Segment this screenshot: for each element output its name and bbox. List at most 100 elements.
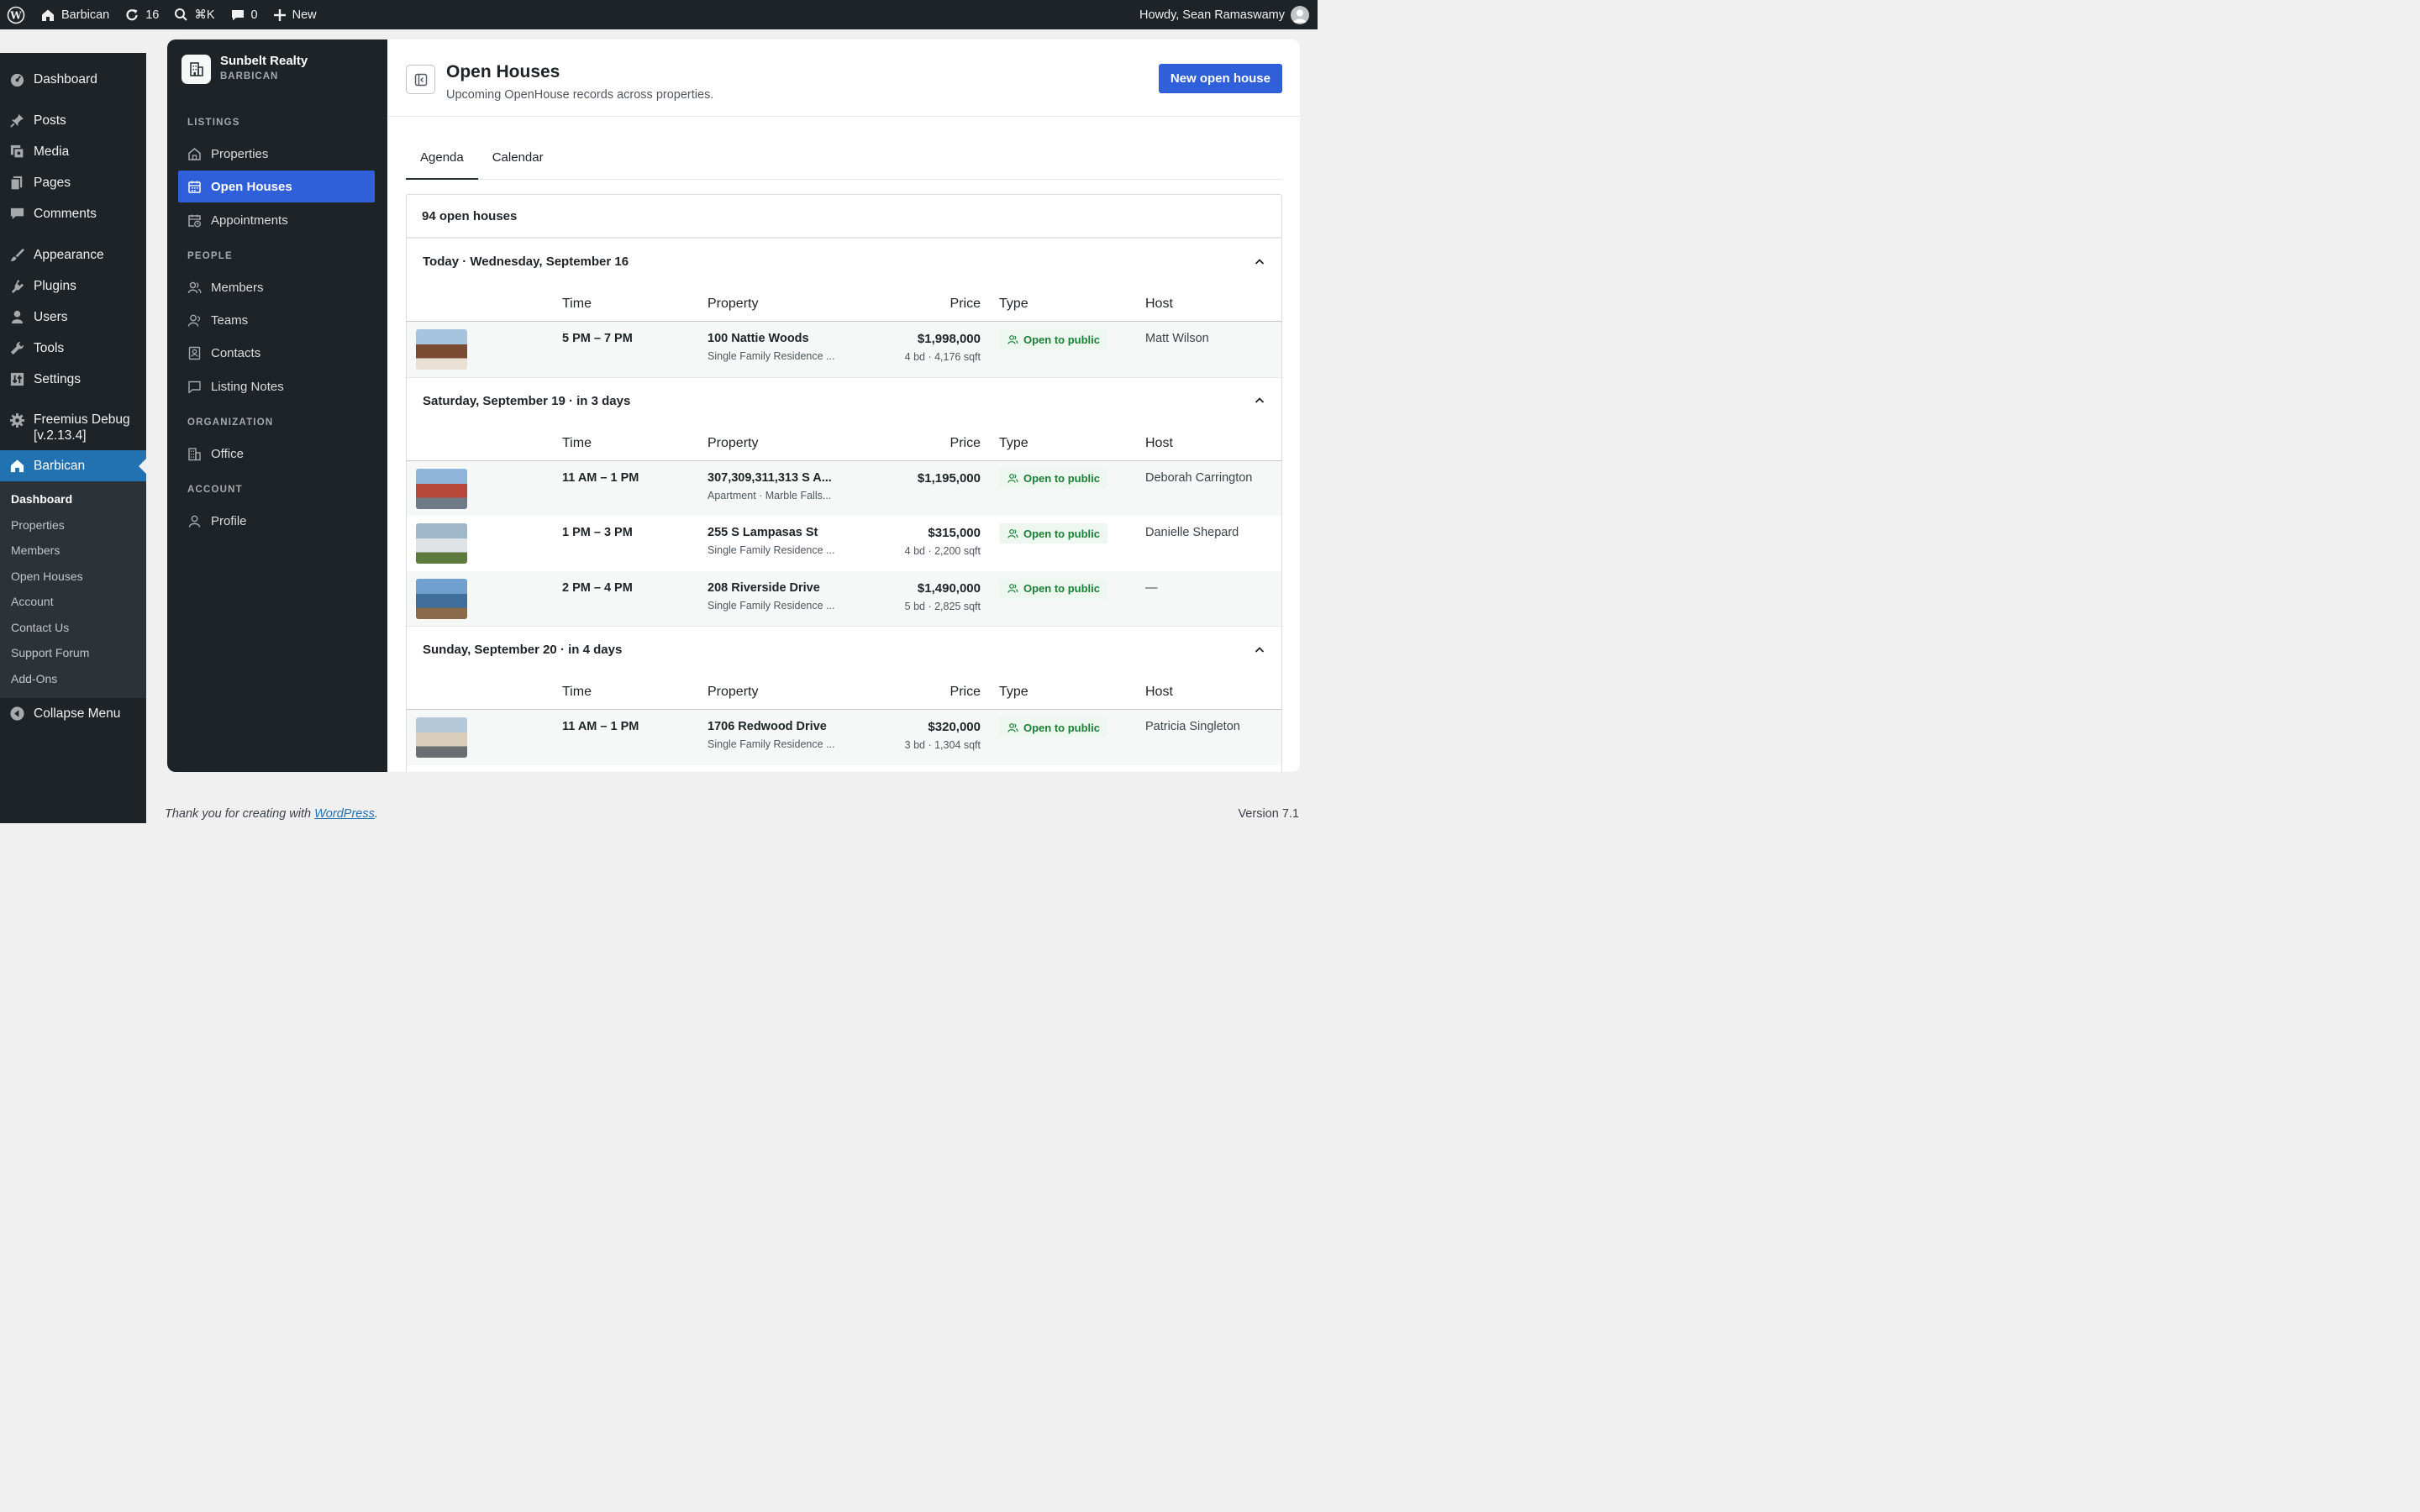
column-header-time: Time — [562, 435, 592, 450]
property-cell[interactable]: 208 Riverside Drive Single Family Residen… — [708, 581, 842, 612]
nav-item-contacts[interactable]: Contacts — [178, 337, 375, 369]
nav-item-open-houses[interactable]: Open Houses — [178, 171, 375, 202]
wp-submenu-dashboard[interactable]: Dashboard — [0, 486, 146, 512]
column-header-type: Type — [999, 435, 1028, 450]
table-row[interactable]: 5 PM – 7 PM 100 Nattie Woods Single Family… — [407, 322, 1281, 377]
table-header: Time Property Price Type Host — [407, 285, 1281, 322]
chevron-up-icon[interactable] — [1253, 643, 1266, 657]
property-details: Single Family Residence ... — [708, 738, 835, 750]
media-icon — [8, 144, 25, 160]
users-icon — [1007, 584, 1018, 593]
footer-thanks-suffix: . — [374, 807, 378, 821]
nav-item-profile[interactable]: Profile — [178, 505, 375, 537]
time-cell: 5 PM – 7 PM — [562, 332, 633, 345]
nav-item-members[interactable]: Members — [178, 271, 375, 303]
table-header: Time Property Price Type Host — [407, 673, 1281, 710]
wp-submenu-properties[interactable]: Properties — [0, 512, 146, 538]
sidebar-toggle-button[interactable] — [406, 65, 435, 94]
wp-menu-label: Tools — [34, 340, 65, 355]
property-cell[interactable]: 307,309,311,313 S A... Apartment · Marble… — [708, 471, 842, 501]
wp-submenu-support-forum[interactable]: Support Forum — [0, 640, 146, 666]
group-header[interactable]: Saturday, September 19 · in 3 days — [407, 376, 1281, 424]
plugin-icon — [8, 278, 25, 295]
column-header-time: Time — [562, 297, 592, 311]
wp-submenu-members[interactable]: Members — [0, 538, 146, 564]
wp-menu-plugins[interactable]: Plugins — [0, 270, 146, 302]
group-date-label: Saturday, September 19 · in 3 days — [423, 393, 631, 408]
price-cell: $1,998,000 4 bd · 4,176 sqft — [905, 332, 981, 363]
updates-link[interactable]: 16 — [117, 0, 166, 29]
property-cell[interactable]: 1706 Redwood Drive Single Family Residenc… — [708, 720, 842, 750]
search-shortcut-button[interactable]: ⌘K — [166, 0, 222, 29]
wp-menu-media[interactable]: Media — [0, 136, 146, 167]
beds-sqft: 3 bd · 1,304 sqft — [904, 739, 981, 751]
wp-menu-freemius-debug[interactable]: Freemius Debug [v.2.13.4] — [0, 405, 146, 450]
wordpress-link[interactable]: WordPress — [314, 807, 375, 821]
search-shortcut: ⌘K — [194, 8, 215, 22]
wp-menu-dashboard[interactable]: Dashboard — [0, 64, 146, 95]
chevron-up-icon[interactable] — [1253, 394, 1266, 407]
wp-menu-label: Posts — [34, 113, 66, 128]
nav-item-teams[interactable]: Teams — [178, 304, 375, 336]
property-cell[interactable]: 100 Nattie Woods Single Family Residence … — [708, 332, 842, 362]
search-icon — [175, 8, 188, 21]
howdy-text: Howdy, Sean Ramaswamy — [1139, 8, 1285, 22]
column-header-property: Property — [708, 297, 759, 311]
type-label: Open to public — [1023, 582, 1100, 595]
wp-menu-settings[interactable]: Settings — [0, 364, 146, 395]
beds-sqft: 5 bd · 2,825 sqft — [904, 600, 981, 612]
wp-menu-posts[interactable]: Posts — [0, 105, 146, 136]
table-row[interactable]: 11 AM – 1 PM 307,309,311,313 S A... Apartm… — [407, 460, 1281, 516]
table-row[interactable]: 2 PM – 4 PM 208 Riverside Drive Single Fam… — [407, 570, 1281, 626]
column-header-price: Price — [950, 435, 981, 450]
wp-menu-comments[interactable]: Comments — [0, 198, 146, 229]
host-cell: — — [1145, 580, 1158, 595]
group-header[interactable]: Today · Wednesday, September 16 — [407, 238, 1281, 285]
home-icon — [8, 458, 25, 475]
app-sidebar: Sunbelt Realty BARBICAN LISTINGS Propert… — [167, 39, 387, 772]
chevron-up-icon[interactable] — [1253, 255, 1266, 269]
brand[interactable]: Sunbelt Realty BARBICAN — [182, 53, 308, 85]
table-row[interactable]: 11 AM – 1 PM 1706 Redwood Drive Single Fam… — [407, 710, 1281, 765]
column-header-host: Host — [1145, 435, 1173, 450]
property-thumbnail — [416, 329, 467, 370]
nav-item-properties[interactable]: Properties — [178, 138, 375, 170]
wordpress-logo-button[interactable]: W — [0, 0, 33, 29]
wp-submenu-account[interactable]: Account — [0, 589, 146, 615]
nav-section-organization: ORGANIZATION — [187, 417, 274, 428]
collapse-menu-button[interactable]: Collapse Menu — [0, 698, 146, 729]
users-icon — [1007, 334, 1018, 344]
site-name-link[interactable]: Barbican — [33, 0, 117, 29]
wp-menu-appearance[interactable]: Appearance — [0, 239, 146, 270]
column-header-property: Property — [708, 435, 759, 450]
nav-section-people: PEOPLE — [187, 251, 233, 261]
group-header[interactable]: Sunday, September 20 · in 4 days — [407, 626, 1281, 673]
nav-label: Profile — [211, 513, 247, 528]
property-cell[interactable]: 255 S Lampasas St Single Family Residence… — [708, 526, 842, 556]
wp-submenu-open-houses[interactable]: Open Houses — [0, 564, 146, 590]
time-cell: 1 PM – 3 PM — [562, 526, 633, 539]
nav-label: Appointments — [211, 213, 288, 228]
table-row[interactable]: 1 PM – 3 PM 255 S Lampasas St Single Famil… — [407, 516, 1281, 571]
wp-menu-users[interactable]: Users — [0, 302, 146, 333]
my-account-link[interactable]: Howdy, Sean Ramaswamy — [1132, 0, 1318, 29]
wp-menu-tools[interactable]: Tools — [0, 333, 146, 364]
wp-submenu-contact-us[interactable]: Contact Us — [0, 615, 146, 641]
new-open-house-button[interactable]: New open house — [1158, 64, 1282, 93]
nav-item-listing-notes[interactable]: Listing Notes — [178, 370, 375, 402]
nav-item-office[interactable]: Office — [178, 438, 375, 470]
property-thumbnail — [416, 468, 467, 509]
column-header-host: Host — [1145, 297, 1173, 311]
wp-menu-barbican[interactable]: Barbican — [0, 450, 146, 481]
nav-label: Teams — [211, 312, 249, 328]
comments-link[interactable]: 0 — [223, 0, 266, 29]
wrench-icon — [8, 340, 25, 357]
column-header-type: Type — [999, 297, 1028, 311]
wp-menu-pages[interactable]: Pages — [0, 167, 146, 198]
new-content-link[interactable]: New — [266, 0, 324, 29]
tab-agenda[interactable]: Agenda — [406, 142, 478, 180]
tab-calendar[interactable]: Calendar — [478, 142, 558, 180]
agenda-panel: 94 open houses Today · Wednesday, Septem… — [406, 194, 1282, 772]
wp-submenu-add-ons[interactable]: Add-Ons — [0, 666, 146, 692]
nav-item-appointments[interactable]: Appointments — [178, 204, 375, 236]
